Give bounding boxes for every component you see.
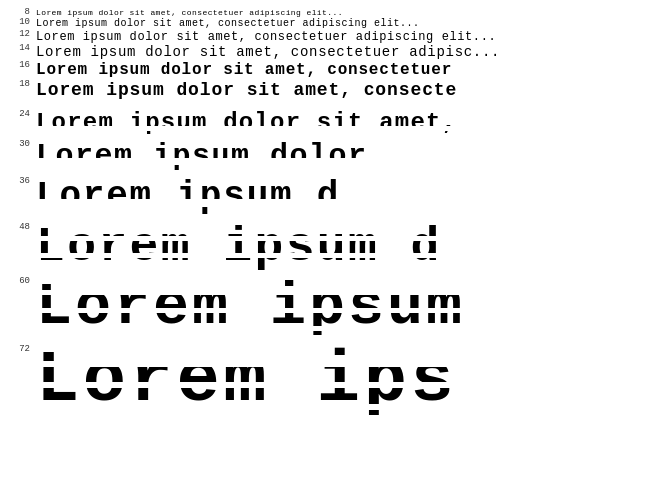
text-content-60: Lorem ipsum	[36, 277, 465, 337]
text-content-30: Lorem ipsum dolor	[36, 140, 368, 173]
line-number-24: 24	[2, 110, 30, 119]
text-content-48: Lorem ipsum d	[36, 223, 442, 271]
text-row-24: 24Lorem ipsum dolor sit amet,	[36, 110, 650, 136]
text-row-18: 18Lorem ipsum dolor sit amet, consecte	[36, 80, 650, 102]
text-row-72: 72Lorem ips	[36, 345, 650, 417]
line-number-72: 72	[2, 345, 30, 354]
line-number-12: 12	[2, 30, 30, 39]
line-number-60: 60	[2, 277, 30, 286]
text-row-10: 10Lorem ipsum dolor sit amet, consectetu…	[36, 18, 650, 30]
line-number-18: 18	[2, 80, 30, 89]
text-row-60: 60Lorem ipsum	[36, 277, 650, 337]
line-number-16: 16	[2, 61, 30, 70]
text-row-48: 48Lorem ipsum d	[36, 223, 650, 271]
line-number-48: 48	[2, 223, 30, 232]
text-row-14: 14Lorem ipsum dolor sit amet, consectetu…	[36, 44, 650, 61]
text-row-16: 16Lorem ipsum dolor sit amet, consectetu…	[36, 61, 650, 80]
text-content-12: Lorem ipsum dolor sit amet, consectetuer…	[36, 30, 496, 44]
line-number-8: 8	[2, 8, 30, 17]
text-content-10: Lorem ipsum dolor sit amet, consectetuer…	[36, 18, 420, 30]
text-content-72: Lorem ips	[36, 345, 457, 417]
text-content-14: Lorem ipsum dolor sit amet, consectetuer…	[36, 44, 500, 61]
text-content-18: Lorem ipsum dolor sit amet, consecte	[36, 80, 457, 102]
text-row-36: 36Lorem ipsum d	[36, 177, 650, 217]
text-row-12: 12Lorem ipsum dolor sit amet, consectetu…	[36, 30, 650, 44]
text-content-16: Lorem ipsum dolor sit amet, consectetuer	[36, 61, 452, 80]
text-content-36: Lorem ipsum d	[36, 177, 340, 217]
text-content-24: Lorem ipsum dolor sit amet,	[36, 110, 457, 136]
text-content-8: Lorem ipsum dolor sit amet, consectetuer…	[36, 8, 343, 18]
line-number-36: 36	[2, 177, 30, 186]
font-size-demo: 8 Lorem ipsum dolor sit amet, consectetue…	[0, 0, 650, 500]
line-number-30: 30	[2, 140, 30, 149]
text-row-8: 8Lorem ipsum dolor sit amet, consectetue…	[36, 8, 650, 18]
line-number-10: 10	[2, 18, 30, 27]
line-number-14: 14	[2, 44, 30, 53]
text-row-30: 30Lorem ipsum dolor	[36, 140, 650, 173]
